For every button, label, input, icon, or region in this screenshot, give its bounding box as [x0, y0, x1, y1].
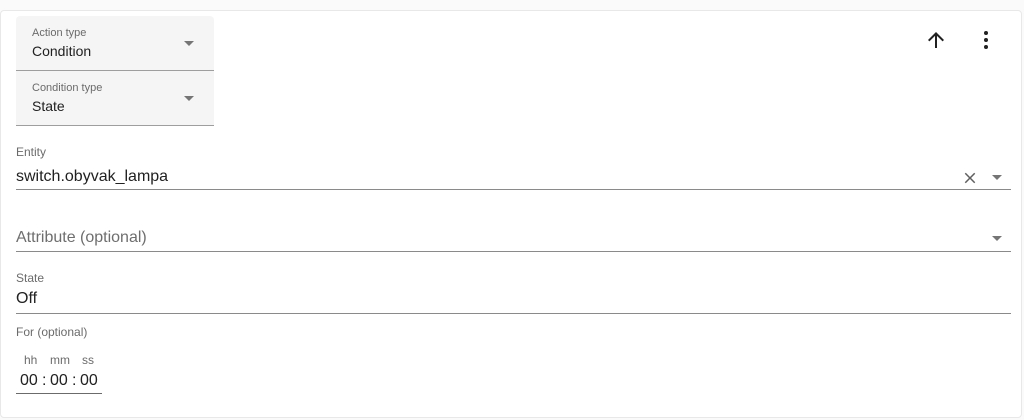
state-field[interactable]: State Off	[16, 268, 1011, 314]
entity-label: Entity	[16, 145, 47, 159]
entity-picker[interactable]: Entity switch.obyvak_lampa	[16, 145, 1011, 190]
state-label: State	[16, 271, 45, 285]
for-duration-label: For (optional)	[16, 325, 88, 339]
seconds-unit-label: ss	[82, 353, 94, 367]
chevron-down-icon[interactable]	[992, 236, 1002, 241]
minutes-unit-label: mm	[50, 353, 70, 367]
time-separator: :	[72, 372, 77, 389]
duration-input[interactable]: 00 : 00 : 00	[16, 369, 102, 394]
overflow-menu-button[interactable]	[968, 22, 1004, 58]
condition-type-select[interactable]: Condition type State	[16, 71, 214, 126]
action-type-value: Condition	[32, 43, 92, 59]
attribute-placeholder: Attribute (optional)	[16, 229, 147, 246]
state-value[interactable]: Off	[16, 290, 37, 308]
condition-type-label: Condition type	[32, 82, 103, 94]
action-type-label: Action type	[32, 27, 87, 39]
hours-unit-label: hh	[24, 353, 38, 367]
attribute-picker[interactable]: Attribute (optional)	[16, 215, 1011, 252]
close-icon[interactable]	[961, 169, 979, 187]
move-up-button[interactable]	[918, 22, 954, 58]
hours-input[interactable]: 00	[20, 372, 38, 390]
minutes-input[interactable]: 00	[50, 372, 68, 390]
action-type-select[interactable]: Action type Condition	[16, 16, 214, 71]
seconds-input[interactable]: 00	[80, 372, 98, 390]
more-vertical-icon	[984, 31, 988, 49]
chevron-down-icon	[184, 41, 194, 46]
chevron-down-icon[interactable]	[992, 175, 1002, 180]
condition-type-value: State	[32, 98, 65, 114]
chevron-down-icon	[184, 96, 194, 101]
arrow-up-icon	[928, 32, 944, 48]
time-separator: :	[42, 372, 47, 389]
entity-value[interactable]: switch.obyvak_lampa	[16, 168, 168, 186]
